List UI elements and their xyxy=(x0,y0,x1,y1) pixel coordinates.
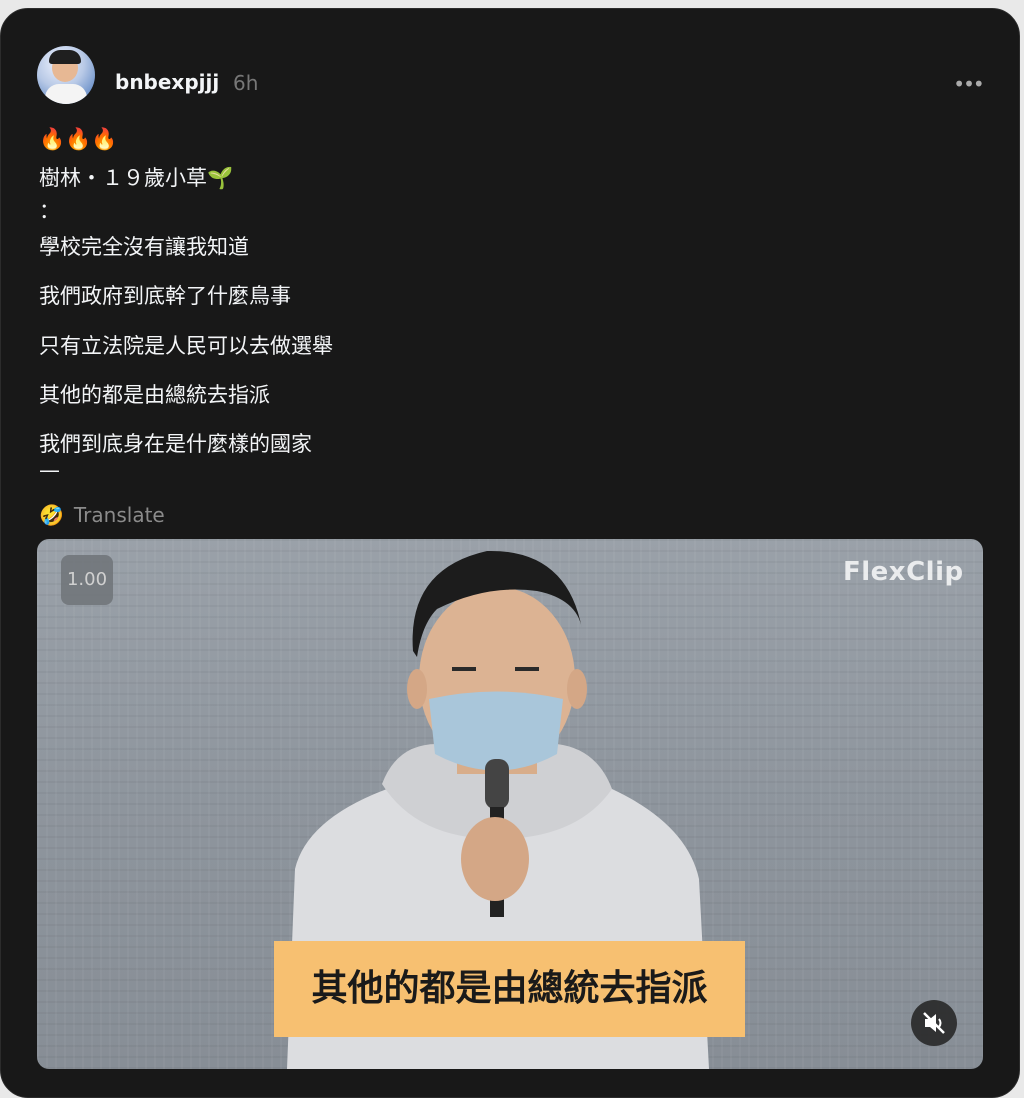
video-subtitle: 其他的都是由總統去指派 xyxy=(274,941,745,1037)
post-text-line: 🔥🔥🔥 xyxy=(39,127,118,151)
post-text-line: 我們政府到底幹了什麼鳥事 xyxy=(39,284,291,308)
post-text-line: — xyxy=(39,458,60,482)
post-text-line: 我們到底身在是什麼樣的國家 xyxy=(39,432,312,456)
post-text-line: 只有立法院是人民可以去做選舉 xyxy=(39,334,333,358)
post-time: 6h xyxy=(233,71,259,95)
video-player[interactable]: 1.00 FlexClip 其他的都是由總統去指派 xyxy=(37,539,983,1069)
mute-button[interactable] xyxy=(911,1000,957,1046)
post-text-line: ： xyxy=(39,199,60,223)
post-text-line: 學校完全沒有讓我知道 xyxy=(39,235,249,259)
playback-speed[interactable]: 1.00 xyxy=(61,555,113,605)
translate-label: Translate xyxy=(73,503,165,527)
post-card: bnbexpjjj 6h ••• 🔥🔥🔥 樹林・１９歲小草🌱 ： 學校完全沒有讓… xyxy=(0,8,1020,1098)
laughing-emoji-icon: 🤣 xyxy=(39,503,64,527)
translate-button[interactable]: 🤣 Translate xyxy=(39,503,165,527)
avatar[interactable] xyxy=(37,46,95,104)
more-options-button[interactable]: ••• xyxy=(951,69,985,99)
post-text-line: 其他的都是由總統去指派 xyxy=(39,383,270,407)
flexclip-watermark: FlexClip xyxy=(843,557,964,587)
post-text-line: 樹林・１９歲小草🌱 xyxy=(39,166,234,190)
username[interactable]: bnbexpjjj xyxy=(115,70,219,94)
speaker-muted-icon xyxy=(923,1012,945,1034)
